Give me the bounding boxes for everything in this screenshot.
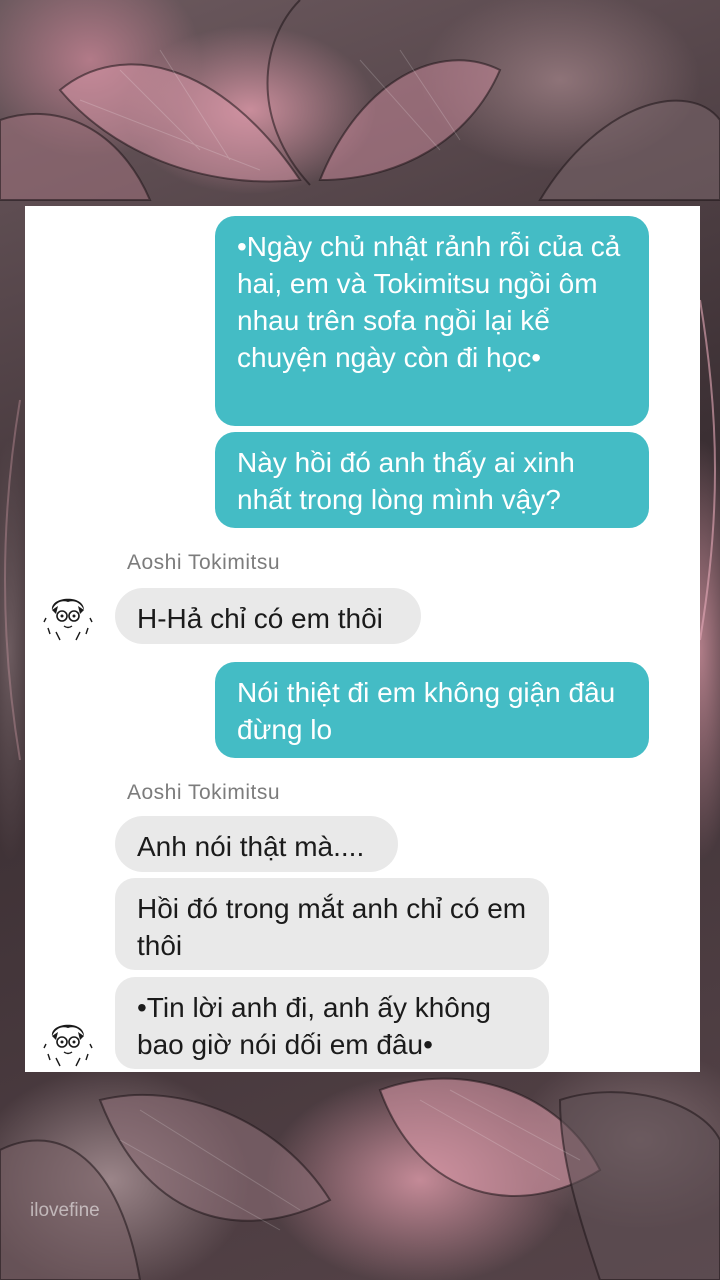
message-incoming-2: Anh nói thật mà.... xyxy=(115,816,398,872)
chat-card: •Ngày chủ nhật rảnh rỗi của cả hai, em v… xyxy=(25,206,700,1072)
chibi-character-avatar-icon xyxy=(41,589,95,643)
message-outgoing-2: Này hồi đó anh thấy ai xinh nhất trong l… xyxy=(215,432,649,528)
avatar xyxy=(40,1014,96,1070)
message-outgoing-1: •Ngày chủ nhật rảnh rỗi của cả hai, em v… xyxy=(215,216,649,426)
sender-name: Aoshi Tokimitsu xyxy=(127,551,281,574)
watermark: ilovefine xyxy=(30,1200,100,1221)
message-incoming-4: •Tin lời anh đi, anh ấy không bao giờ nó… xyxy=(115,977,549,1069)
avatar xyxy=(40,588,96,644)
sender-name: Aoshi Tokimitsu xyxy=(127,781,281,804)
message-incoming-1: H-Hả chỉ có em thôi xyxy=(115,588,421,644)
chibi-character-avatar-icon xyxy=(41,1015,95,1069)
message-incoming-3: Hồi đó trong mắt anh chỉ có em thôi xyxy=(115,878,549,970)
message-outgoing-3: Nói thiệt đi em không giận đâu đừng lo xyxy=(215,662,649,758)
